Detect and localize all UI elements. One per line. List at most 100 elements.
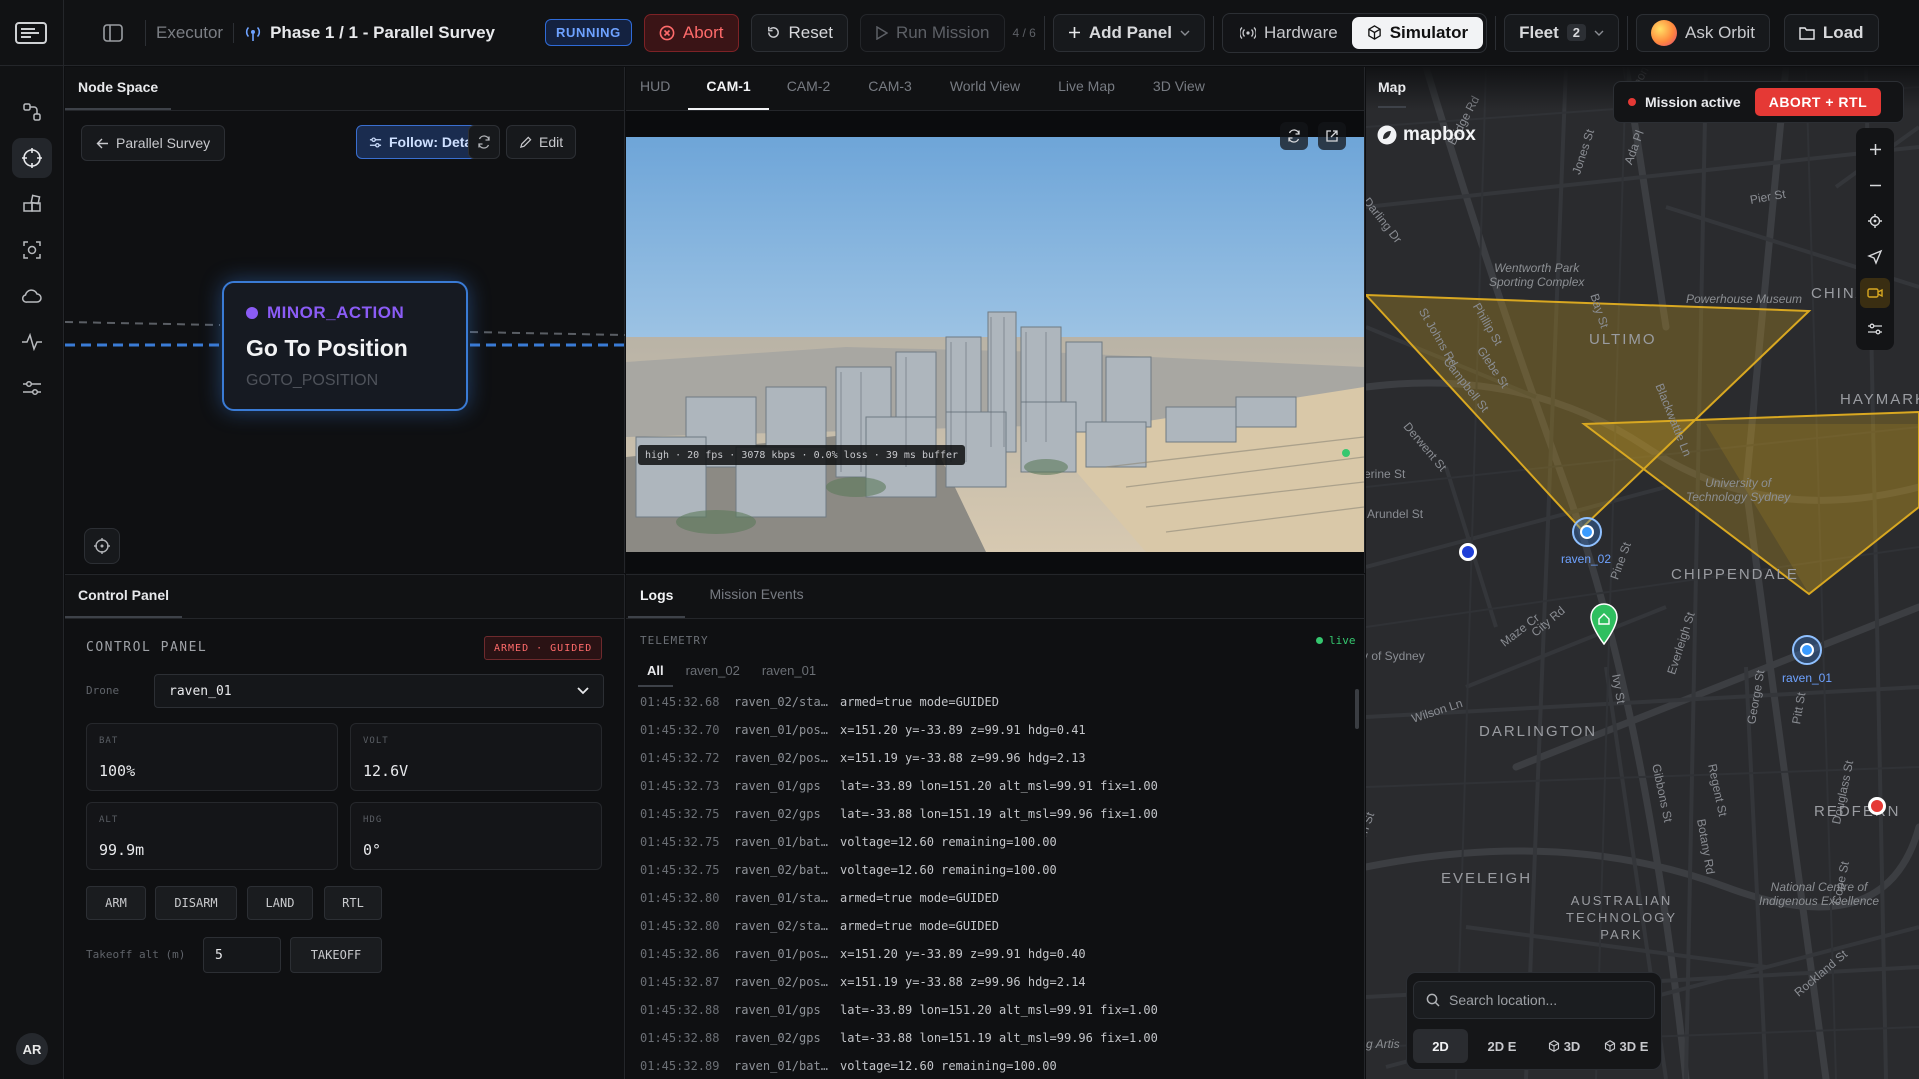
log-source: raven_02/bat…: [734, 863, 828, 877]
filter-all[interactable]: All: [638, 655, 673, 687]
tab-logs[interactable]: Logs: [628, 587, 686, 618]
fleet-label: Fleet: [1519, 22, 1559, 42]
rail-cloud[interactable]: [12, 276, 52, 316]
zoom-in-button[interactable]: [1860, 134, 1890, 164]
goto-position-node[interactable]: MINOR_ACTION Go To Position GOTO_POSITIO…: [222, 281, 468, 411]
mode-2d[interactable]: 2D: [1413, 1029, 1468, 1063]
logs-tabbar: Logs Mission Events: [626, 575, 1364, 619]
land-button[interactable]: LAND: [247, 886, 313, 920]
takeoff-alt-input[interactable]: 5: [203, 937, 281, 973]
mission-active-label: Mission active: [1645, 94, 1741, 110]
simulator-label: Simulator: [1389, 22, 1469, 42]
chevron-down-icon: [1594, 30, 1604, 36]
plus-icon: [1869, 143, 1881, 155]
waypoint-marker[interactable]: [1868, 797, 1886, 815]
mode-3d[interactable]: 3D: [1536, 1029, 1592, 1063]
node-type: GOTO_POSITION: [246, 372, 379, 389]
search-location-input[interactable]: Search location...: [1413, 981, 1655, 1019]
map-layers-button[interactable]: [1860, 314, 1890, 344]
stat-value: 12.6V: [363, 762, 409, 780]
tab-mission-events[interactable]: Mission Events: [697, 586, 815, 618]
reset-button[interactable]: Reset: [750, 13, 848, 52]
tab-cam-1[interactable]: CAM-1: [688, 78, 769, 110]
ask-orbit-button[interactable]: Ask Orbit: [1636, 13, 1770, 52]
breadcrumb-section[interactable]: Executor: [156, 23, 223, 43]
filter-raven-01[interactable]: raven_01: [753, 655, 825, 687]
takeoff-button[interactable]: TAKEOFF: [290, 937, 382, 973]
log-scrollbar[interactable]: [1355, 689, 1359, 729]
disarm-button[interactable]: DISARM: [155, 886, 237, 920]
home-pin-icon[interactable]: [1589, 603, 1619, 645]
camera-frustum-button[interactable]: [1860, 278, 1890, 308]
log-row: 01:45:32.75 raven_02/gps lat=-33.88 lon=15…: [640, 807, 1158, 821]
locate-icon: [1868, 214, 1882, 228]
log-time: 01:45:32.68: [640, 695, 720, 709]
poi-line: Wentworth Park: [1494, 261, 1580, 275]
run-mission-button[interactable]: Run Mission: [859, 13, 1005, 52]
rail-components[interactable]: [12, 184, 52, 224]
drone-marker-raven-02[interactable]: [1572, 517, 1602, 547]
rtl-button[interactable]: RTL: [324, 886, 382, 920]
video-popout-button[interactable]: [1318, 122, 1346, 150]
stat-value: 0°: [363, 841, 382, 859]
control-panel-title: CONTROL PANEL: [86, 640, 208, 655]
target-icon: [94, 538, 110, 554]
tab-world-view[interactable]: World View: [938, 78, 1032, 110]
video-panel: HUD CAM-1 CAM-2 CAM-3 World View Live Ma…: [626, 67, 1365, 573]
filter-raven-02[interactable]: raven_02: [677, 655, 749, 687]
tab-live-map[interactable]: Live Map: [1046, 78, 1127, 110]
simulator-toggle[interactable]: Simulator: [1351, 16, 1484, 49]
load-button[interactable]: Load: [1783, 13, 1879, 52]
left-rail: AR: [0, 66, 64, 1079]
locate-button[interactable]: [1860, 206, 1890, 236]
tab-map[interactable]: Map: [1378, 79, 1406, 108]
drone-follow-button[interactable]: [1860, 242, 1890, 272]
log-row: 01:45:32.75 raven_01/bat… voltage=12.60 re…: [640, 835, 1057, 849]
drone-marker-raven-01[interactable]: [1792, 635, 1822, 665]
tab-hud[interactable]: HUD: [628, 78, 682, 110]
drone-dot: [1800, 643, 1814, 657]
app-logo[interactable]: [0, 0, 64, 66]
takeoff-alt-label: Takeoff alt (m): [86, 948, 186, 961]
rail-workflow[interactable]: [12, 92, 52, 132]
tab-3d-view[interactable]: 3D View: [1141, 78, 1217, 110]
rail-activity[interactable]: [12, 322, 52, 362]
abort-rtl-button[interactable]: ABORT + RTL: [1754, 88, 1882, 116]
hardware-toggle[interactable]: Hardware: [1226, 17, 1352, 49]
log-row: 01:45:32.75 raven_02/bat… voltage=12.60 re…: [640, 863, 1057, 877]
abort-button[interactable]: Abort: [643, 13, 739, 52]
zoom-out-button[interactable]: [1860, 170, 1890, 200]
stat-voltage: VOLT 12.6V: [350, 723, 602, 791]
tab-control-panel[interactable]: Control Panel: [65, 587, 183, 618]
drone-dot: [1580, 525, 1594, 539]
sidebar-toggle[interactable]: [90, 23, 135, 42]
log-time: 01:45:32.86: [640, 947, 720, 961]
log-source: raven_02/sta…: [734, 695, 828, 709]
mode-2d-e[interactable]: 2D E: [1472, 1029, 1532, 1063]
tab-cam-2[interactable]: CAM-2: [775, 78, 843, 110]
ask-orbit-label: Ask Orbit: [1685, 22, 1755, 42]
tab-cam-3[interactable]: CAM-3: [856, 78, 924, 110]
search-placeholder: Search location...: [1449, 992, 1558, 1008]
load-label: Load: [1822, 22, 1864, 42]
add-panel-button[interactable]: Add Panel: [1052, 13, 1205, 52]
mission-active-dot: [1628, 98, 1636, 106]
cube-icon: [1604, 1040, 1615, 1052]
drone-select[interactable]: raven_01: [154, 674, 604, 708]
poi-line: g Artis: [1366, 1037, 1400, 1051]
log-row: 01:45:32.80 raven_02/sta… armed=true mode=…: [640, 919, 999, 933]
log-message: voltage=12.60 remaining=100.00: [840, 863, 1057, 877]
rail-executor[interactable]: [12, 138, 52, 178]
log-time: 01:45:32.87: [640, 975, 720, 989]
fleet-button[interactable]: Fleet 2: [1504, 13, 1620, 52]
video-refresh-button[interactable]: [1280, 122, 1308, 150]
rail-vision[interactable]: [12, 230, 52, 270]
log-message: lat=-33.88 lon=151.19 alt_msl=99.96 fix=…: [840, 1031, 1158, 1045]
recenter-button[interactable]: [84, 528, 120, 564]
rail-settings[interactable]: [12, 368, 52, 408]
mode-3d-e[interactable]: 3D E: [1596, 1029, 1656, 1063]
arm-button[interactable]: ARM: [86, 886, 146, 920]
map-controls: [1856, 128, 1894, 350]
log-source: raven_02/sta…: [734, 919, 828, 933]
user-avatar[interactable]: AR: [16, 1033, 48, 1065]
